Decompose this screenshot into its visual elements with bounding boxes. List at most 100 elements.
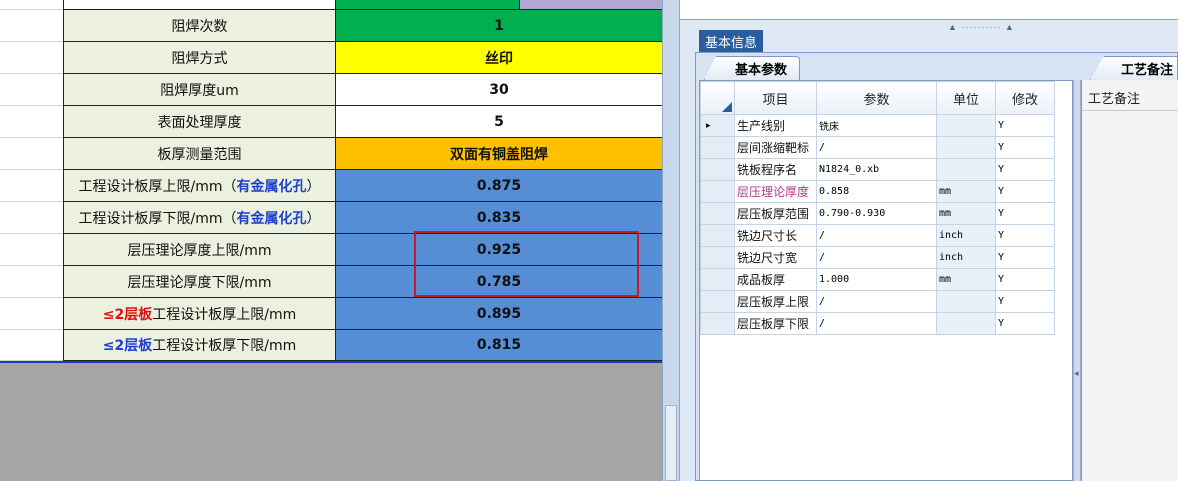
cell-mod[interactable]: Y (995, 290, 1055, 313)
table-row[interactable]: 层压板厚上限 / Y (700, 290, 1055, 313)
value-design-thickness-lower[interactable]: 0.835 (336, 202, 662, 234)
splitter-scroll-thumb[interactable] (665, 405, 677, 481)
table-row[interactable]: 层压理论厚度 0.858 mm Y (700, 180, 1055, 203)
cell-item[interactable]: 层压板厚范围 (734, 202, 817, 225)
partial-green-cell[interactable] (336, 0, 520, 10)
cell-param[interactable]: 0.858 (816, 180, 937, 203)
cell-param[interactable]: N1824_0.xb (816, 158, 937, 181)
row-header-cell[interactable] (0, 202, 63, 234)
row-indicator[interactable]: ▸ (700, 114, 735, 137)
row-header-cell[interactable] (0, 138, 63, 170)
cell-mod[interactable]: Y (995, 246, 1055, 269)
value-thickness-measure-range[interactable]: 双面有铜盖阻焊 (336, 138, 662, 170)
cell-mod[interactable]: Y (995, 202, 1055, 225)
table-row[interactable]: 铣边尺寸长 / inch Y (700, 224, 1055, 247)
label-thickness-measure-range[interactable]: 板厚测量范围 (63, 138, 336, 170)
row-header-cell[interactable] (0, 266, 63, 298)
cell-param[interactable]: / (816, 246, 937, 269)
row-indicator[interactable] (700, 224, 735, 247)
cell-unit[interactable]: inch (936, 246, 996, 269)
cell-mod[interactable]: Y (995, 180, 1055, 203)
value-solder-mask-method[interactable]: 丝印 (336, 42, 662, 74)
cell-mod[interactable]: Y (995, 114, 1055, 137)
cell-item[interactable]: 成品板厚 (734, 268, 817, 291)
row-indicator[interactable] (700, 136, 735, 159)
table-row[interactable]: ▸ 生产线别 铣床 Y (700, 114, 1055, 137)
cell-unit[interactable] (936, 312, 996, 335)
cell-param[interactable]: 铣床 (816, 114, 937, 137)
row-header-cell[interactable] (0, 330, 63, 361)
label-design-thickness-upper[interactable]: 工程设计板厚上限/mm（ 有金属化孔） (63, 170, 336, 202)
row-header-cell[interactable] (0, 170, 63, 202)
cell-param[interactable]: / (816, 290, 937, 313)
cell-item[interactable]: 铣边尺寸长 (734, 224, 817, 247)
table-row[interactable]: 成品板厚 1.000 mm Y (700, 268, 1055, 291)
tab-basic-params[interactable]: 基本参数 (704, 56, 800, 80)
value-solder-mask-thickness[interactable]: 30 (336, 74, 662, 106)
table-row[interactable]: 层间涨缩靶标 / Y (700, 136, 1055, 159)
cell-unit[interactable] (936, 136, 996, 159)
cell-unit[interactable] (936, 158, 996, 181)
row-indicator[interactable] (700, 202, 735, 225)
cell-mod[interactable]: Y (995, 312, 1055, 335)
cell-unit[interactable]: inch (936, 224, 996, 247)
cell-param[interactable]: / (816, 224, 937, 247)
tab-process-notes[interactable]: 工艺备注 (1090, 56, 1178, 80)
cell-unit[interactable]: mm (936, 202, 996, 225)
table-row[interactable]: 铣边尺寸宽 / inch Y (700, 246, 1055, 269)
tab-basic-info[interactable]: 基本信息 (699, 30, 764, 52)
cell-unit[interactable] (936, 114, 996, 137)
label-lamination-thickness-lower[interactable]: 层压理论厚度下限/mm (63, 266, 336, 298)
cell-item[interactable]: 层压理论厚度 (734, 180, 817, 203)
row-header-cell[interactable] (0, 234, 63, 266)
partial-lavender-cell[interactable] (520, 0, 662, 10)
row-indicator[interactable] (700, 290, 735, 313)
partial-label-cell[interactable] (63, 0, 336, 10)
row-indicator[interactable] (700, 312, 735, 335)
cell-mod[interactable]: Y (995, 224, 1055, 247)
row-header-cell[interactable] (0, 74, 63, 106)
label-solder-mask-thickness[interactable]: 阻焊厚度um (63, 74, 336, 106)
label-surface-finish-thickness[interactable]: 表面处理厚度 (63, 106, 336, 138)
label-lamination-thickness-upper[interactable]: 层压理论厚度上限/mm (63, 234, 336, 266)
row-header-cell[interactable] (0, 298, 63, 330)
value-solder-mask-count[interactable]: 1 (336, 10, 662, 42)
value-surface-finish-thickness[interactable]: 5 (336, 106, 662, 138)
label-design-thickness-lower[interactable]: 工程设计板厚下限/mm（ 有金属化孔） (63, 202, 336, 234)
row-indicator[interactable] (700, 180, 735, 203)
row-header-cell[interactable] (0, 106, 63, 138)
cell-item[interactable]: 层间涨缩靶标 (734, 136, 817, 159)
collapse-grip-icon[interactable]: ▲ ·········· ▲ (948, 22, 1015, 32)
cell-item[interactable]: 铣边尺寸宽 (734, 246, 817, 269)
cell-mod[interactable]: Y (995, 268, 1055, 291)
cell-param[interactable]: / (816, 136, 937, 159)
column-header-modify[interactable]: 修改 (995, 81, 1055, 115)
label-solder-mask-count[interactable]: 阻焊次数 (63, 10, 336, 42)
column-header-unit[interactable]: 单位 (936, 81, 996, 115)
label-solder-mask-method[interactable]: 阻焊方式 (63, 42, 336, 74)
value-design-thickness-upper[interactable]: 0.875 (336, 170, 662, 202)
cell-param[interactable]: 0.790-0.930 (816, 202, 937, 225)
value-2layer-thickness-lower[interactable]: 0.815 (336, 330, 662, 361)
row-indicator[interactable] (700, 268, 735, 291)
cell-unit[interactable]: mm (936, 180, 996, 203)
panel-vertical-splitter[interactable]: ◂ (1073, 80, 1081, 481)
column-header-item[interactable]: 项目 (734, 81, 817, 115)
value-2layer-thickness-upper[interactable]: 0.895 (336, 298, 662, 330)
row-header-cell[interactable] (0, 0, 63, 10)
cell-mod[interactable]: Y (995, 158, 1055, 181)
cell-unit[interactable] (936, 290, 996, 313)
cell-mod[interactable]: Y (995, 136, 1055, 159)
cell-param[interactable]: 1.000 (816, 268, 937, 291)
table-row[interactable]: 铣板程序名 N1824_0.xb Y (700, 158, 1055, 181)
row-header-cell[interactable] (0, 42, 63, 74)
grid-corner[interactable] (700, 81, 735, 115)
row-indicator[interactable] (700, 158, 735, 181)
cell-item[interactable]: 层压板厚下限 (734, 312, 817, 335)
table-row[interactable]: 层压板厚范围 0.790-0.930 mm Y (700, 202, 1055, 225)
cell-item[interactable]: 铣板程序名 (734, 158, 817, 181)
cell-unit[interactable]: mm (936, 268, 996, 291)
cell-param[interactable]: / (816, 312, 937, 335)
label-2layer-thickness-lower[interactable]: ≤2层板 工程设计板厚下限/mm (63, 330, 336, 361)
column-header-param[interactable]: 参数 (816, 81, 937, 115)
